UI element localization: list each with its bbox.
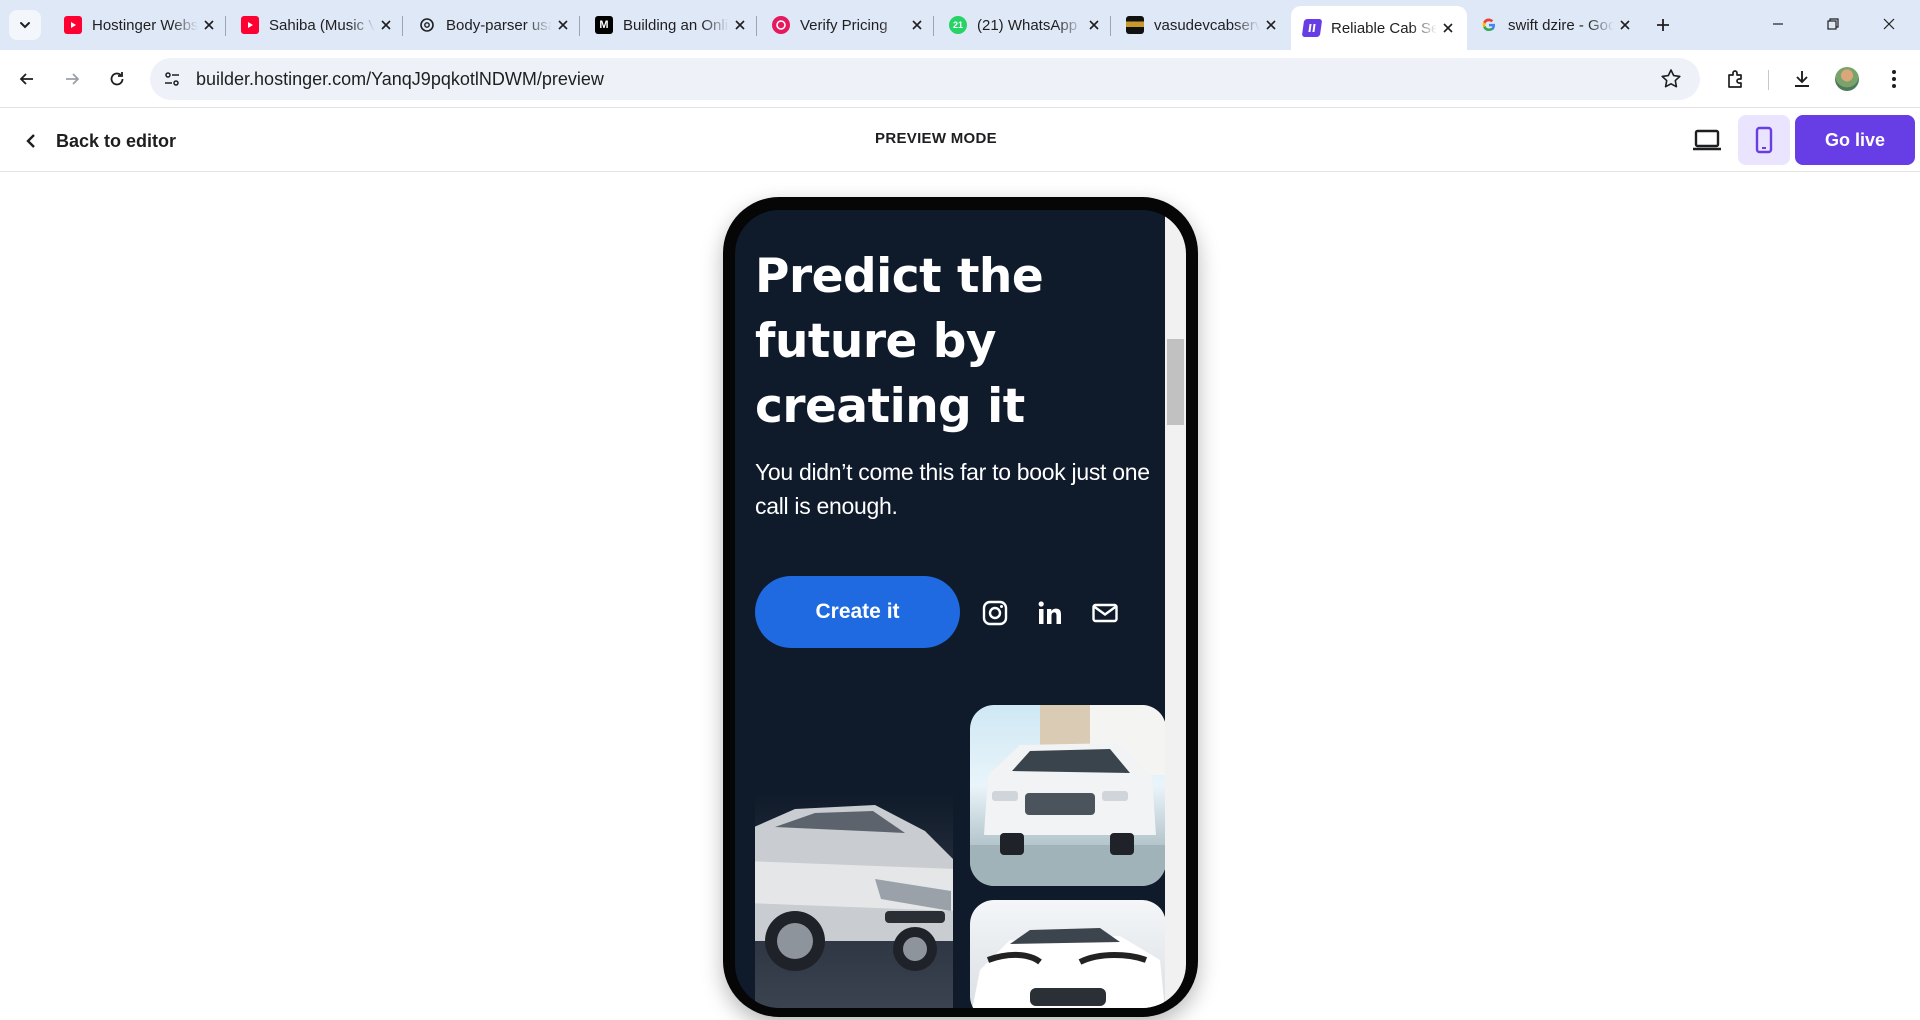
desktop-view-button[interactable]: [1681, 115, 1733, 165]
tab-divider: [402, 16, 403, 36]
youtube-icon: [64, 16, 82, 34]
create-it-button[interactable]: Create it: [755, 576, 960, 648]
close-icon: [1883, 18, 1895, 30]
preview-header: Back to editor PREVIEW MODE Go live: [0, 109, 1920, 172]
plus-icon: [1657, 19, 1669, 31]
openai-icon: [418, 16, 436, 34]
arrow-right-icon: [66, 73, 80, 85]
laptop-icon: [1693, 129, 1721, 151]
tab-divider: [225, 16, 226, 36]
preview-mode-label: PREVIEW MODE: [875, 130, 997, 147]
minimize-button[interactable]: [1755, 8, 1801, 40]
bookmark-star-icon[interactable]: [1660, 68, 1682, 90]
close-tab-icon[interactable]: [1083, 14, 1105, 36]
linkedin-link[interactable]: [1035, 598, 1065, 628]
close-tab-icon[interactable]: [906, 14, 928, 36]
reload-button[interactable]: [101, 63, 133, 95]
tab-title: Sahiba (Music Video): [269, 16, 375, 34]
email-icon: [1092, 603, 1118, 623]
new-tab-button[interactable]: [1650, 12, 1676, 38]
close-tab-icon[interactable]: [552, 14, 574, 36]
tab-divider: [1110, 16, 1111, 36]
go-live-button[interactable]: Go live: [1795, 115, 1915, 165]
browser-toolbar: builder.hostinger.com/YanqJ9pqkotlNDWM/p…: [0, 50, 1920, 108]
tab-title: vasudevcabservice: [1154, 16, 1260, 34]
mobile-device-frame: Predict the future by creating it You di…: [723, 197, 1198, 1017]
close-tab-icon[interactable]: [1437, 17, 1459, 39]
browser-tab-strip: Hostinger Website Builder Sahiba (Music …: [0, 0, 1920, 50]
restore-button[interactable]: [1810, 8, 1856, 40]
tab-title: Reliable Cab Service: [1331, 19, 1437, 37]
puzzle-icon: [1728, 70, 1742, 88]
address-bar[interactable]: builder.hostinger.com/YanqJ9pqkotlNDWM/p…: [150, 58, 1700, 100]
linkedin-icon: [1038, 601, 1061, 624]
browser-tab[interactable]: M Building an Online: [583, 8, 759, 42]
tab-search-dropdown[interactable]: [9, 10, 41, 40]
restore-icon: [1827, 18, 1839, 30]
mobile-view-button[interactable]: [1738, 115, 1790, 165]
close-tab-icon[interactable]: [1614, 14, 1636, 36]
downloads-button[interactable]: [1788, 65, 1816, 93]
tab-title: Verify Pricing: [800, 16, 888, 34]
extensions-button[interactable]: [1722, 65, 1750, 93]
reload-icon: [110, 72, 124, 86]
tab-title: Hostinger Website Builder: [92, 16, 198, 34]
preview-scrollbar-thumb[interactable]: [1167, 339, 1184, 425]
medium-icon: M: [595, 16, 613, 34]
tab-title: Body-parser usage: [446, 16, 552, 34]
browser-tab[interactable]: vasudevcabservice: [1114, 8, 1290, 42]
arrow-left-icon: [19, 73, 33, 85]
profile-avatar[interactable]: [1835, 67, 1859, 91]
whatsapp-icon: 21: [949, 16, 967, 34]
more-vert-icon: [1892, 70, 1896, 88]
silver-sedan-image: [755, 791, 953, 1008]
youtube-icon: [241, 16, 259, 34]
white-car-image: [970, 900, 1166, 1008]
email-link[interactable]: [1090, 598, 1120, 628]
minimize-icon: [1773, 23, 1783, 25]
close-window-button[interactable]: [1866, 8, 1912, 40]
site-info-icon[interactable]: [160, 67, 184, 91]
white-suv-image: [970, 705, 1166, 886]
browser-tab[interactable]: 21 (21) WhatsApp: [937, 8, 1113, 42]
close-tab-icon[interactable]: [198, 14, 220, 36]
browser-tab[interactable]: Hostinger Website Builder: [52, 8, 228, 42]
browser-tab[interactable]: Verify Pricing: [760, 8, 936, 42]
mobile-screen: Predict the future by creating it You di…: [735, 210, 1186, 1008]
url-text[interactable]: builder.hostinger.com/YanqJ9pqkotlNDWM/p…: [196, 69, 604, 90]
tab-divider: [579, 16, 580, 36]
tab-title: swift dzire - Google Search: [1508, 16, 1614, 34]
google-icon: [1480, 16, 1498, 34]
preview-canvas: Predict the future by creating it You di…: [0, 173, 1920, 1020]
mobile-phone-icon: [1755, 126, 1773, 154]
site-logo-icon: [1126, 16, 1144, 34]
tab-divider: [933, 16, 934, 36]
browser-tab[interactable]: Body-parser usage: [406, 8, 582, 42]
back-button[interactable]: [11, 63, 43, 95]
close-tab-icon[interactable]: [1260, 14, 1282, 36]
forward-button[interactable]: [56, 63, 88, 95]
download-icon: [1795, 71, 1809, 87]
browser-tab[interactable]: swift dzire - Google Search: [1468, 8, 1644, 42]
hero-subtitle: You didn’t come this far to book just on…: [755, 459, 1150, 519]
browser-tab[interactable]: Sahiba (Music Video): [229, 8, 405, 42]
browser-tab-active[interactable]: Reliable Cab Service: [1291, 6, 1467, 50]
preview-scrollbar-track[interactable]: [1165, 210, 1186, 1008]
instagram-icon: [982, 600, 1008, 626]
tab-divider: [756, 16, 757, 36]
tab-title: (21) WhatsApp: [977, 16, 1078, 34]
hero-heading: Predict the future by creating it: [755, 249, 1044, 434]
close-tab-icon[interactable]: [375, 14, 397, 36]
browser-menu-button[interactable]: [1880, 65, 1908, 93]
target-icon: [772, 16, 790, 34]
chevron-down-icon: [20, 22, 30, 29]
tab-title: Building an Online: [623, 16, 729, 34]
instagram-link[interactable]: [980, 598, 1010, 628]
toolbar-divider: [1768, 70, 1769, 90]
close-tab-icon[interactable]: [729, 14, 751, 36]
hostinger-icon: [1301, 19, 1323, 37]
